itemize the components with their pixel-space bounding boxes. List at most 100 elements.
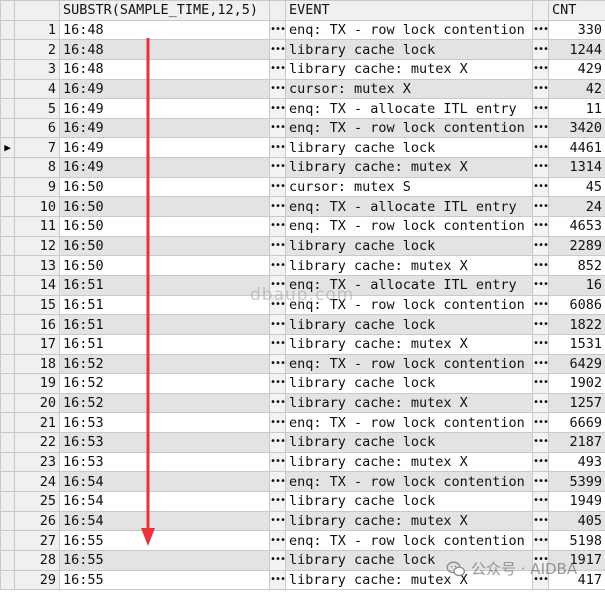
cell-ellipsis-button[interactable]: •••	[532, 432, 549, 453]
cell-cnt[interactable]: 2289	[548, 235, 605, 257]
table-row[interactable]: 1 16:48 ••• enq: TX - row lock contention ••…	[0, 19, 605, 41]
cell-time[interactable]: 16:48	[59, 39, 270, 60]
cell-ellipsis-button[interactable]: •••	[269, 510, 286, 532]
cell-cnt[interactable]: 2187	[548, 432, 605, 453]
cell-event[interactable]: library cache lock	[285, 491, 533, 512]
table-row[interactable]: 26 16:54 ••• library cache: mutex X ••• 405	[0, 510, 605, 532]
cell-cnt[interactable]: 852	[548, 255, 605, 276]
cell-cnt[interactable]: 5198	[548, 530, 605, 551]
table-row[interactable]: 22 16:53 ••• library cache lock ••• 2187	[0, 432, 605, 453]
cell-ellipsis-button[interactable]: •••	[269, 235, 286, 257]
cell-ellipsis-button[interactable]: •••	[532, 117, 549, 139]
cell-ellipsis-button[interactable]: •••	[532, 137, 549, 159]
cell-time[interactable]: 16:55	[59, 549, 270, 571]
cell-event[interactable]: library cache: mutex X	[285, 255, 533, 276]
cell-ellipsis-button[interactable]: •••	[269, 255, 286, 276]
cell-ellipsis-button[interactable]: •••	[269, 196, 286, 218]
cell-ellipsis-button[interactable]: •••	[269, 157, 286, 178]
cell-event[interactable]: enq: TX - row lock contention	[285, 19, 533, 41]
cell-ellipsis-button[interactable]: •••	[532, 333, 549, 355]
cell-ellipsis-button[interactable]: •••	[532, 78, 549, 100]
column-header-cnt[interactable]: CNT	[548, 0, 605, 21]
table-row[interactable]: 2 16:48 ••• library cache lock ••• 1244	[0, 39, 605, 60]
cell-event[interactable]: library cache lock	[285, 432, 533, 453]
table-row[interactable]: 12 16:50 ••• library cache lock ••• 2289	[0, 235, 605, 257]
cell-ellipsis-button[interactable]: •••	[532, 353, 549, 375]
cell-ellipsis-button[interactable]: •••	[269, 98, 286, 119]
cell-cnt[interactable]: 11	[548, 98, 605, 119]
cell-event[interactable]: library cache: mutex X	[285, 333, 533, 355]
cell-cnt[interactable]: 429	[548, 58, 605, 80]
table-row[interactable]: 23 16:53 ••• library cache: mutex X ••• 493	[0, 451, 605, 473]
cell-cnt[interactable]: 5399	[548, 471, 605, 493]
cell-ellipsis-button[interactable]: •••	[269, 471, 286, 493]
column-header-time-ellipsis[interactable]	[269, 0, 286, 21]
table-row[interactable]: 20 16:52 ••• library cache: mutex X ••• 1257	[0, 392, 605, 414]
cell-ellipsis-button[interactable]: •••	[532, 530, 549, 551]
cell-cnt[interactable]: 1257	[548, 392, 605, 414]
cell-time[interactable]: 16:48	[59, 19, 270, 41]
cell-ellipsis-button[interactable]: •••	[269, 78, 286, 100]
table-row[interactable]: 25 16:54 ••• library cache lock ••• 1949	[0, 491, 605, 512]
cell-event[interactable]: enq: TX - row lock contention	[285, 471, 533, 493]
cell-ellipsis-button[interactable]: •••	[269, 530, 286, 551]
cell-time[interactable]: 16:55	[59, 569, 270, 591]
table-row[interactable]: 10 16:50 ••• enq: TX - allocate ITL entry ••…	[0, 196, 605, 218]
cell-ellipsis-button[interactable]: •••	[532, 216, 549, 237]
cell-time[interactable]: 16:49	[59, 98, 270, 119]
cell-ellipsis-button[interactable]: •••	[532, 510, 549, 532]
cell-time[interactable]: 16:51	[59, 274, 270, 296]
cell-event[interactable]: enq: TX - row lock contention	[285, 216, 533, 237]
cell-time[interactable]: 16:51	[59, 294, 270, 316]
cell-cnt[interactable]: 1314	[548, 157, 605, 178]
cell-time[interactable]: 16:52	[59, 392, 270, 414]
cell-cnt[interactable]: 493	[548, 451, 605, 473]
table-row[interactable]: 11 16:50 ••• enq: TX - row lock contention •…	[0, 216, 605, 237]
cell-time[interactable]: 16:55	[59, 530, 270, 551]
cell-ellipsis-button[interactable]: •••	[532, 58, 549, 80]
cell-cnt[interactable]: 4461	[548, 137, 605, 159]
cell-event[interactable]: library cache lock	[285, 137, 533, 159]
cell-cnt[interactable]: 4653	[548, 216, 605, 237]
cell-ellipsis-button[interactable]: •••	[532, 235, 549, 257]
cell-ellipsis-button[interactable]: •••	[532, 98, 549, 119]
cell-time[interactable]: 16:50	[59, 216, 270, 237]
cell-event[interactable]: enq: TX - row lock contention	[285, 117, 533, 139]
cell-time[interactable]: 16:49	[59, 78, 270, 100]
cell-event[interactable]: enq: TX - allocate ITL entry	[285, 98, 533, 119]
cell-ellipsis-button[interactable]: •••	[269, 491, 286, 512]
cell-cnt[interactable]: 6669	[548, 412, 605, 434]
cell-ellipsis-button[interactable]: •••	[532, 255, 549, 276]
cell-event[interactable]: enq: TX - allocate ITL entry	[285, 196, 533, 218]
table-row[interactable]: ▶ 7 16:49 ••• library cache lock ••• 4461	[0, 137, 605, 159]
cell-time[interactable]: 16:49	[59, 157, 270, 178]
table-row[interactable]: 6 16:49 ••• enq: TX - row lock contention ••…	[0, 117, 605, 139]
cell-ellipsis-button[interactable]: •••	[269, 392, 286, 414]
cell-time[interactable]: 16:53	[59, 412, 270, 434]
cell-ellipsis-button[interactable]: •••	[269, 353, 286, 375]
cell-time[interactable]: 16:51	[59, 333, 270, 355]
cell-time[interactable]: 16:48	[59, 58, 270, 80]
cell-ellipsis-button[interactable]: •••	[532, 157, 549, 178]
table-row[interactable]: 3 16:48 ••• library cache: mutex X ••• 429	[0, 58, 605, 80]
cell-event[interactable]: library cache: mutex X	[285, 58, 533, 80]
cell-event[interactable]: library cache: mutex X	[285, 392, 533, 414]
table-row[interactable]: 17 16:51 ••• library cache: mutex X ••• 1531	[0, 333, 605, 355]
cell-ellipsis-button[interactable]: •••	[532, 412, 549, 434]
cell-time[interactable]: 16:49	[59, 137, 270, 159]
cell-time[interactable]: 16:50	[59, 196, 270, 218]
cell-ellipsis-button[interactable]: •••	[532, 373, 549, 394]
cell-event[interactable]: enq: TX - row lock contention	[285, 353, 533, 375]
cell-time[interactable]: 16:49	[59, 117, 270, 139]
cell-time[interactable]: 16:50	[59, 235, 270, 257]
cell-ellipsis-button[interactable]: •••	[532, 176, 549, 198]
cell-ellipsis-button[interactable]: •••	[269, 569, 286, 591]
cell-time[interactable]: 16:54	[59, 491, 270, 512]
cell-cnt[interactable]: 42	[548, 78, 605, 100]
cell-ellipsis-button[interactable]: •••	[269, 549, 286, 571]
table-row[interactable]: 24 16:54 ••• enq: TX - row lock contention •…	[0, 471, 605, 493]
cell-ellipsis-button[interactable]: •••	[532, 392, 549, 414]
table-row[interactable]: 8 16:49 ••• library cache: mutex X ••• 1314	[0, 157, 605, 178]
cell-ellipsis-button[interactable]: •••	[532, 274, 549, 296]
cell-ellipsis-button[interactable]: •••	[269, 333, 286, 355]
